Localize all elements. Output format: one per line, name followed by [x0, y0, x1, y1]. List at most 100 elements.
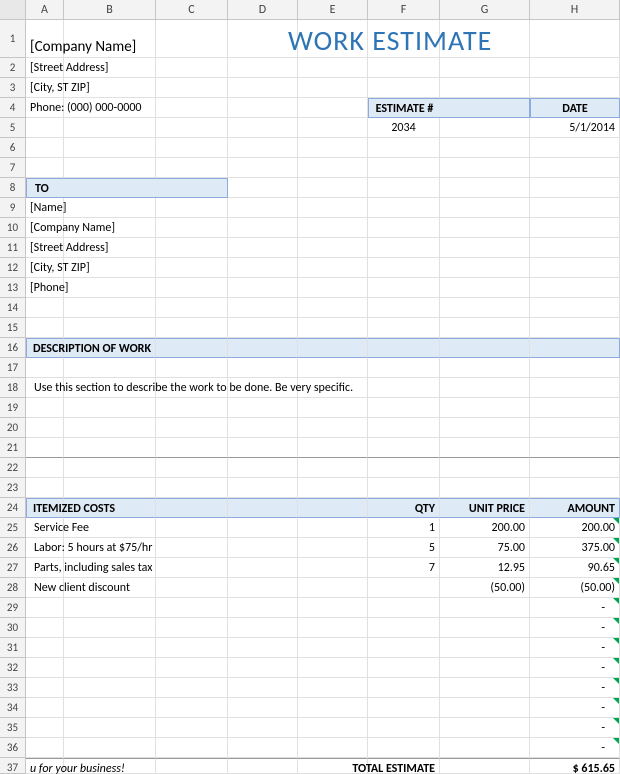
cell[interactable]: [440, 358, 530, 378]
cell[interactable]: [368, 138, 440, 158]
cell[interactable]: [228, 238, 298, 258]
cell[interactable]: [298, 58, 368, 78]
cell[interactable]: [156, 638, 228, 658]
thanks-text[interactable]: u for your business!: [26, 758, 64, 774]
to-name[interactable]: [Name]: [26, 198, 64, 218]
row-header-15[interactable]: 15: [0, 318, 26, 338]
cell[interactable]: [228, 698, 298, 718]
cell[interactable]: [440, 178, 530, 198]
cell[interactable]: [530, 358, 620, 378]
cell[interactable]: [156, 58, 228, 78]
cell[interactable]: [156, 578, 228, 598]
cell[interactable]: [440, 758, 530, 774]
cell[interactable]: [368, 258, 440, 278]
cell[interactable]: [530, 478, 620, 498]
cell[interactable]: [440, 238, 530, 258]
cell[interactable]: [368, 738, 440, 758]
cell[interactable]: [64, 458, 156, 478]
item-amount[interactable]: 90.65: [530, 558, 620, 578]
row-header-32[interactable]: 32: [0, 658, 26, 678]
row-header-25[interactable]: 25: [0, 518, 26, 538]
cell[interactable]: [228, 258, 298, 278]
cell[interactable]: [156, 678, 228, 698]
row-header-34[interactable]: 34: [0, 698, 26, 718]
cell[interactable]: [156, 718, 228, 738]
row-header-27[interactable]: 27: [0, 558, 26, 578]
cell[interactable]: [440, 138, 530, 158]
cell[interactable]: [64, 738, 156, 758]
cell[interactable]: [368, 698, 440, 718]
item-qty[interactable]: 1: [368, 518, 440, 538]
cell[interactable]: [298, 238, 368, 258]
cell[interactable]: [156, 78, 228, 98]
item-amount[interactable]: -: [530, 638, 620, 658]
cell[interactable]: [228, 598, 298, 618]
cell[interactable]: [298, 138, 368, 158]
cell[interactable]: [156, 758, 228, 774]
cell[interactable]: [298, 598, 368, 618]
item-desc[interactable]: Labor: 5 hours at $75/hr: [26, 538, 64, 558]
row-header-13[interactable]: 13: [0, 278, 26, 298]
cell[interactable]: [368, 58, 440, 78]
to-street[interactable]: [Street Address]: [26, 238, 64, 258]
cell[interactable]: [298, 298, 368, 318]
cell[interactable]: [298, 738, 368, 758]
row-header-17[interactable]: 17: [0, 358, 26, 378]
cell[interactable]: [368, 238, 440, 258]
cell[interactable]: [64, 318, 156, 338]
cell[interactable]: [228, 78, 298, 98]
cell[interactable]: [440, 398, 530, 418]
cell[interactable]: [298, 318, 368, 338]
cell[interactable]: [298, 538, 368, 558]
cell[interactable]: [156, 98, 228, 118]
cell[interactable]: [156, 458, 228, 478]
to-city[interactable]: [City, ST ZIP]: [26, 258, 64, 278]
row-header-30[interactable]: 30: [0, 618, 26, 638]
row-header-18[interactable]: 18: [0, 378, 26, 398]
cell[interactable]: [Company Name]: [26, 20, 64, 58]
cell[interactable]: [368, 358, 440, 378]
cell[interactable]: [26, 598, 64, 618]
cell[interactable]: [228, 738, 298, 758]
col-header-D[interactable]: D: [228, 0, 298, 19]
itemized-label[interactable]: ITEMIZED COSTS: [26, 498, 64, 518]
cell[interactable]: [298, 678, 368, 698]
cell[interactable]: [228, 438, 298, 458]
cell[interactable]: [368, 218, 440, 238]
cell[interactable]: [440, 698, 530, 718]
cell[interactable]: [26, 658, 64, 678]
item-amount[interactable]: -: [530, 738, 620, 758]
cell[interactable]: [64, 418, 156, 438]
cell[interactable]: [440, 158, 530, 178]
row-header-29[interactable]: 29: [0, 598, 26, 618]
cell[interactable]: [530, 398, 620, 418]
cell[interactable]: [26, 298, 64, 318]
item-desc[interactable]: New client discount: [26, 578, 64, 598]
cell[interactable]: [228, 498, 298, 518]
cell[interactable]: Phone: (000) 000-0000: [26, 98, 64, 118]
to-label[interactable]: TO: [26, 178, 64, 198]
cell[interactable]: [228, 758, 298, 774]
cell[interactable]: [530, 138, 620, 158]
cell[interactable]: [440, 458, 530, 478]
cell[interactable]: [64, 178, 156, 198]
cell[interactable]: [440, 678, 530, 698]
date-value[interactable]: 5/1/2014: [530, 118, 620, 138]
cell[interactable]: [64, 478, 156, 498]
cell[interactable]: [368, 78, 440, 98]
row-header-21[interactable]: 21: [0, 438, 26, 458]
row-header-20[interactable]: 20: [0, 418, 26, 438]
row-header-14[interactable]: 14: [0, 298, 26, 318]
cell[interactable]: [228, 678, 298, 698]
row-header-28[interactable]: 28: [0, 578, 26, 598]
cell[interactable]: [530, 458, 620, 478]
col-header-F[interactable]: F: [368, 0, 440, 19]
item-unit[interactable]: 75.00: [440, 538, 530, 558]
cell[interactable]: [156, 198, 228, 218]
cell[interactable]: [298, 418, 368, 438]
row-header-37[interactable]: 37: [0, 758, 26, 774]
cell[interactable]: [368, 418, 440, 438]
cell[interactable]: [156, 158, 228, 178]
cell[interactable]: [26, 398, 64, 418]
cell[interactable]: [440, 478, 530, 498]
